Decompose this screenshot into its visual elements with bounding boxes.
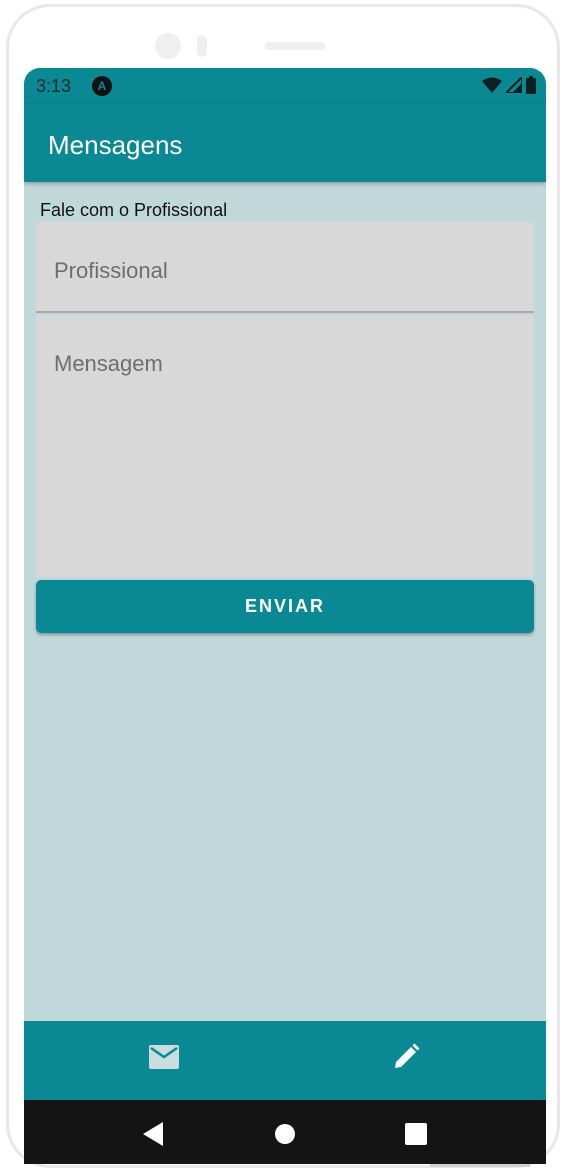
status-bar: 3:13 A bbox=[24, 68, 546, 104]
bottom-navigation bbox=[24, 1021, 546, 1100]
section-label: Fale com o Profissional bbox=[40, 200, 228, 220]
professional-input[interactable] bbox=[36, 258, 534, 284]
proximity-sensor bbox=[197, 35, 207, 57]
nav-item-messages[interactable] bbox=[144, 1037, 184, 1077]
home-indicator bbox=[430, 1164, 530, 1167]
home-icon bbox=[275, 1124, 295, 1144]
front-camera bbox=[155, 33, 181, 59]
professional-field[interactable] bbox=[36, 222, 534, 313]
system-navigation-bar bbox=[24, 1100, 546, 1164]
message-field[interactable] bbox=[36, 315, 534, 577]
recents-button[interactable] bbox=[404, 1122, 428, 1146]
status-icons bbox=[482, 76, 536, 94]
earpiece-speaker bbox=[265, 42, 325, 50]
back-icon bbox=[143, 1122, 163, 1146]
recents-icon bbox=[405, 1123, 427, 1145]
back-button[interactable] bbox=[142, 1122, 166, 1146]
status-time: 3:13 bbox=[36, 76, 72, 96]
nav-item-compose[interactable] bbox=[386, 1037, 426, 1077]
battery-icon bbox=[526, 76, 536, 94]
signal-icon bbox=[506, 77, 522, 93]
mail-icon bbox=[149, 1045, 179, 1069]
app-bar: Mensagens bbox=[24, 104, 546, 182]
pencil-icon bbox=[395, 1043, 420, 1068]
wifi-icon bbox=[482, 77, 502, 93]
app-screen: 3:13 A Mensagens Fale com o Profissional… bbox=[24, 68, 546, 1164]
send-button[interactable]: ENVIAR bbox=[36, 580, 534, 633]
message-input[interactable] bbox=[36, 351, 534, 551]
page-title: Mensagens bbox=[48, 130, 183, 160]
android-app-icon: A bbox=[92, 76, 112, 96]
home-button[interactable] bbox=[273, 1122, 297, 1146]
